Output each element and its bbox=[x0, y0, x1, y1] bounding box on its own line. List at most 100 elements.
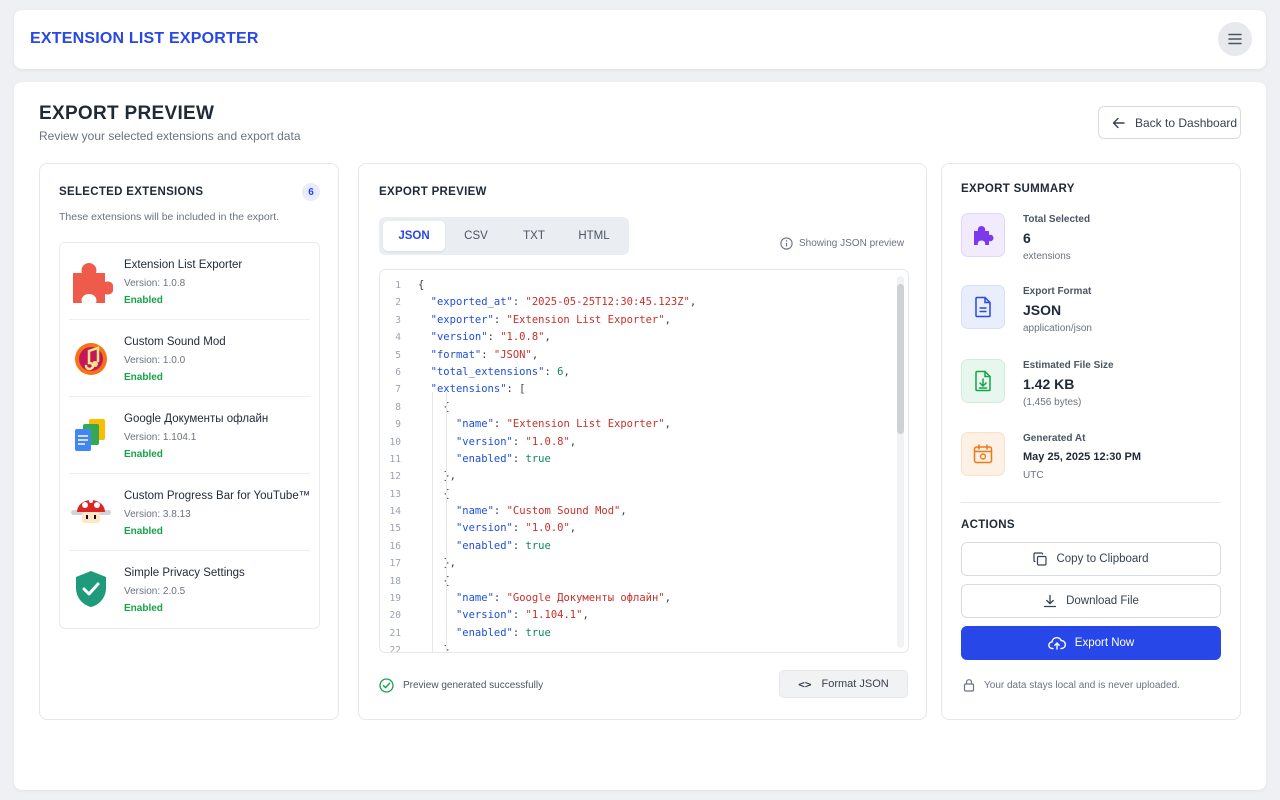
arrow-left-icon bbox=[1112, 117, 1125, 128]
code-line: 15 "version": "1.0.0", bbox=[380, 520, 895, 537]
indent-guide bbox=[446, 392, 447, 652]
summary-sub: UTC bbox=[1023, 470, 1044, 481]
export-now-label: Export Now bbox=[1074, 637, 1135, 649]
line-content: "name": "Custom Sound Mod", bbox=[455, 505, 627, 518]
code-line: 7 "extensions": [ bbox=[380, 381, 895, 398]
summary-export-format: Export Format JSON application/json bbox=[961, 285, 1221, 345]
line-content: "name": "Google Документы офлайн", bbox=[455, 592, 671, 605]
preview-status: Preview generated successfully bbox=[379, 678, 543, 693]
line-number: 9 bbox=[395, 419, 401, 431]
extension-item[interactable]: Custom Sound Mod Version: 1.0.0 Enabled bbox=[69, 320, 310, 397]
extension-status: Enabled bbox=[124, 449, 163, 460]
code-line: 14 "name": "Custom Sound Mod", bbox=[380, 503, 895, 520]
line-number: 17 bbox=[389, 558, 401, 570]
line-number: 13 bbox=[389, 488, 401, 500]
line-number: 12 bbox=[389, 471, 401, 483]
extension-version: Version: 1.104.1 bbox=[124, 432, 197, 443]
line-number: 22 bbox=[389, 645, 401, 653]
back-to-dashboard-label: Back to Dashboard bbox=[1135, 115, 1238, 130]
summary-value: May 25, 2025 12:30 PM bbox=[1023, 451, 1142, 463]
line-content: "extensions": [ bbox=[430, 383, 526, 396]
code-line: 1{ bbox=[380, 277, 895, 294]
download-file-label: Download File bbox=[1066, 595, 1139, 607]
mushroom-icon bbox=[71, 499, 111, 523]
extension-version: Version: 1.0.0 bbox=[124, 355, 186, 366]
line-number: 2 bbox=[395, 297, 401, 309]
format-json-button[interactable]: <> Format JSON bbox=[779, 670, 908, 698]
format-json-label: Format JSON bbox=[821, 678, 889, 690]
code-brackets-icon: <> bbox=[798, 677, 812, 691]
extension-name: Simple Privacy Settings bbox=[124, 567, 245, 579]
code-preview[interactable]: 1{2 "exported_at": "2025-05-25T12:30:45.… bbox=[379, 269, 909, 653]
export-now-button[interactable]: Export Now bbox=[961, 626, 1221, 660]
summary-divider bbox=[961, 502, 1221, 503]
tab-txt[interactable]: TXT bbox=[503, 221, 565, 251]
info-icon bbox=[780, 237, 793, 250]
code-line: 16 "enabled": true bbox=[380, 538, 895, 555]
code-line: 19 "name": "Google Документы офлайн", bbox=[380, 590, 895, 607]
line-content: "enabled": true bbox=[455, 626, 551, 639]
copy-to-clipboard-button[interactable]: Copy to Clipboard bbox=[961, 542, 1221, 576]
document-icon bbox=[961, 285, 1005, 329]
summary-file-size: Estimated File Size 1.42 KB (1,456 bytes… bbox=[961, 359, 1221, 419]
selected-count-badge: 6 bbox=[302, 183, 320, 201]
code-line: 20 "version": "1.104.1", bbox=[380, 607, 895, 624]
showing-preview-note: Showing JSON preview bbox=[780, 237, 904, 250]
tab-json[interactable]: JSON bbox=[383, 221, 445, 251]
code-line: 17 }, bbox=[380, 555, 895, 572]
code-line: 8 { bbox=[380, 399, 895, 416]
check-circle-icon bbox=[379, 678, 394, 693]
line-content: }, bbox=[443, 470, 456, 483]
summary-value: 6 bbox=[1023, 230, 1031, 246]
line-content: "format": "JSON", bbox=[430, 348, 539, 361]
line-number: 3 bbox=[395, 314, 401, 326]
scrollbar-thumb[interactable] bbox=[897, 284, 904, 434]
export-preview-card: EXPORT PREVIEW JSON CSV TXT HTML Showing… bbox=[358, 163, 927, 720]
line-number: 10 bbox=[389, 436, 401, 448]
line-number: 8 bbox=[395, 401, 401, 413]
format-tabs: JSON CSV TXT HTML bbox=[379, 217, 629, 255]
code-line: 10 "version": "1.0.8", bbox=[380, 434, 895, 451]
line-content: "name": "Extension List Exporter", bbox=[455, 418, 671, 431]
back-to-dashboard-button[interactable]: Back to Dashboard bbox=[1098, 106, 1241, 139]
extension-item[interactable]: Extension List Exporter Version: 1.0.8 E… bbox=[69, 243, 310, 320]
extension-name: Custom Sound Mod bbox=[124, 336, 226, 348]
line-number: 21 bbox=[389, 627, 401, 639]
line-number: 15 bbox=[389, 523, 401, 535]
code-line: 11 "enabled": true bbox=[380, 451, 895, 468]
code-line: 6 "total_extensions": 6, bbox=[380, 364, 895, 381]
line-content: "exporter": "Extension List Exporter", bbox=[430, 313, 671, 326]
indent-guide bbox=[432, 392, 433, 652]
summary-label: Estimated File Size bbox=[1023, 360, 1114, 371]
copy-to-clipboard-label: Copy to Clipboard bbox=[1056, 553, 1149, 565]
cloud-upload-icon bbox=[1047, 636, 1066, 650]
line-content: { bbox=[418, 399, 449, 416]
calendar-icon bbox=[961, 432, 1005, 476]
privacy-note-label: Your data stays local and is never uploa… bbox=[984, 679, 1180, 691]
extension-item[interactable]: Custom Progress Bar for YouTube™ Version… bbox=[69, 474, 310, 551]
tab-html[interactable]: HTML bbox=[563, 221, 625, 251]
menu-button[interactable] bbox=[1218, 22, 1252, 56]
extension-status: Enabled bbox=[124, 603, 163, 614]
actions-title: ACTIONS bbox=[961, 519, 1015, 531]
code-scrollbar[interactable] bbox=[897, 276, 904, 648]
export-summary-card: EXPORT SUMMARY Total Selected 6 extensio… bbox=[941, 163, 1241, 720]
code-line: 12 }, bbox=[380, 468, 895, 485]
code-line: 22 } bbox=[380, 642, 895, 653]
line-content: } bbox=[418, 642, 449, 652]
selected-extensions-description: These extensions will be included in the… bbox=[59, 211, 280, 223]
summary-label: Total Selected bbox=[1023, 214, 1091, 225]
line-content: "version": "1.0.0", bbox=[455, 522, 577, 535]
export-summary-title: EXPORT SUMMARY bbox=[961, 183, 1075, 195]
extension-status: Enabled bbox=[124, 526, 163, 537]
extension-item[interactable]: Google Документы офлайн Version: 1.104.1… bbox=[69, 397, 310, 474]
copy-icon bbox=[1033, 552, 1048, 566]
download-file-button[interactable]: Download File bbox=[961, 584, 1221, 618]
line-number: 5 bbox=[395, 349, 401, 361]
extension-item[interactable]: Simple Privacy Settings Version: 2.0.5 E… bbox=[69, 551, 310, 628]
music-note-icon bbox=[75, 343, 107, 375]
summary-generated-at: Generated At May 25, 2025 12:30 PM UTC bbox=[961, 432, 1221, 492]
code-line: 9 "name": "Extension List Exporter", bbox=[380, 416, 895, 433]
summary-total-selected: Total Selected 6 extensions bbox=[961, 213, 1221, 273]
tab-csv[interactable]: CSV bbox=[445, 221, 507, 251]
